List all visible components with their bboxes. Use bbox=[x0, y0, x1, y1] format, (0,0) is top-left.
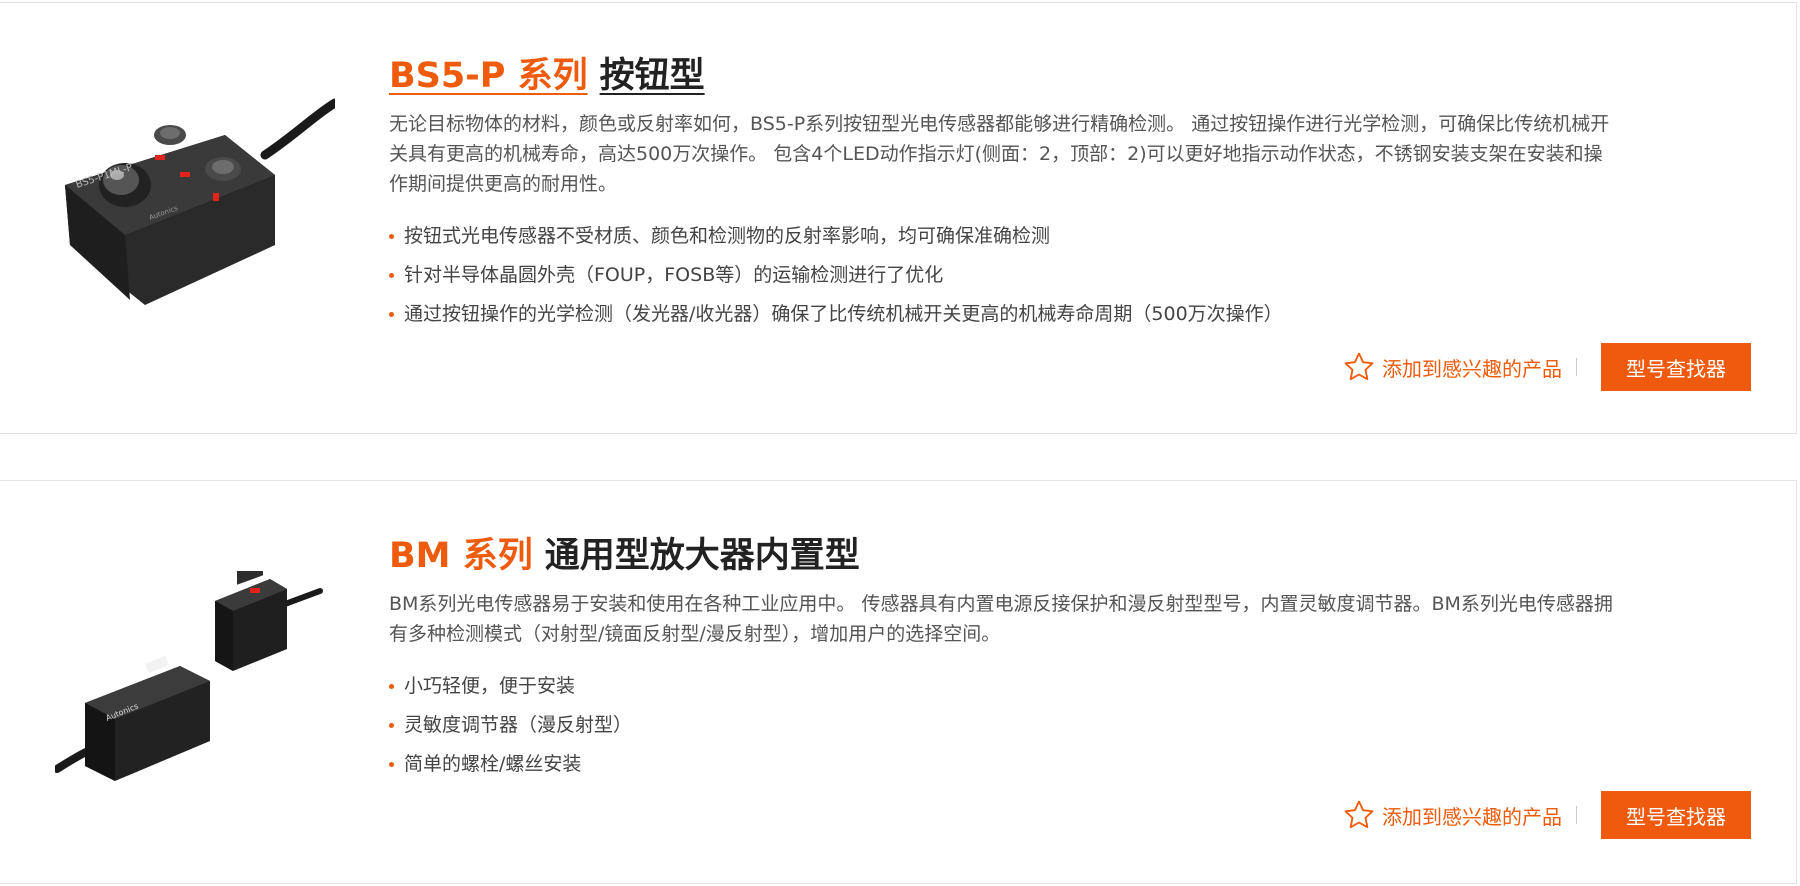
product-type[interactable]: 按钮型 bbox=[600, 56, 705, 96]
feature-list: 小巧轻便，便于安装 灵敏度调节器（漫反射型） 简单的螺栓/螺丝安装 bbox=[389, 667, 1619, 784]
product-title[interactable]: BS5-P 系列 按钮型 bbox=[389, 53, 1619, 99]
product-description: BM系列光电传感器易于安装和使用在各种工业应用中。 传感器具有内置电源反接保护和… bbox=[389, 593, 1613, 645]
product-series[interactable]: BM 系列 bbox=[389, 536, 533, 576]
product-actions: 添加到感兴趣的产品 型号查找器 bbox=[1342, 343, 1751, 391]
feature-item: 针对半导体晶圆外壳（FOUP，FOSB等）的运输检测进行了优化 bbox=[389, 256, 1619, 295]
star-icon bbox=[1344, 800, 1374, 829]
product-content: BS5-P 系列 按钮型 无论目标物体的材料，颜色或反射率如何，BS5-P系列按钮… bbox=[389, 53, 1619, 334]
star-icon bbox=[1344, 352, 1374, 381]
product-image[interactable]: Autonics bbox=[53, 547, 335, 791]
feature-item: 简单的螺栓/螺丝安装 bbox=[389, 745, 1619, 784]
feature-list: 按钮式光电传感器不受材质、颜色和检测物的反射率影响，均可确保准确检测 针对半导体… bbox=[389, 217, 1619, 334]
sensor-image-bm: Autonics bbox=[53, 547, 323, 781]
product-image[interactable]: BS5-P1ML-P Autonics bbox=[55, 95, 340, 315]
feature-item: 按钮式光电传感器不受材质、颜色和检测物的反射率影响，均可确保准确检测 bbox=[389, 217, 1619, 256]
product-card: Autonics BM 系列 通用型放大器内置型 BM系列光电传感器易于安装和使用… bbox=[0, 480, 1797, 884]
add-to-interest-button[interactable]: 添加到感兴趣的产品 bbox=[1342, 350, 1562, 384]
product-type[interactable]: 通用型放大器内置型 bbox=[545, 536, 860, 576]
add-to-interest-button[interactable]: 添加到感兴趣的产品 bbox=[1342, 798, 1562, 832]
product-description: 无论目标物体的材料，颜色或反射率如何，BS5-P系列按钮型光电传感器都能够进行精… bbox=[389, 113, 1610, 195]
feature-item: 通过按钮操作的光学检测（发光器/收光器）确保了比传统机械开关更高的机械寿命周期（… bbox=[389, 295, 1619, 334]
product-actions: 添加到感兴趣的产品 型号查找器 bbox=[1342, 791, 1751, 839]
model-finder-button[interactable]: 型号查找器 bbox=[1601, 343, 1751, 391]
model-finder-button[interactable]: 型号查找器 bbox=[1601, 791, 1751, 839]
sensor-image-bs5: BS5-P1ML-P Autonics bbox=[65, 98, 340, 305]
divider bbox=[1576, 358, 1577, 376]
feature-item: 灵敏度调节器（漫反射型） bbox=[389, 706, 1619, 745]
add-to-interest-label: 添加到感兴趣的产品 bbox=[1382, 804, 1562, 829]
add-to-interest-label: 添加到感兴趣的产品 bbox=[1382, 356, 1562, 381]
product-title[interactable]: BM 系列 通用型放大器内置型 bbox=[389, 533, 1619, 579]
product-content: BM 系列 通用型放大器内置型 BM系列光电传感器易于安装和使用在各种工业应用中。… bbox=[389, 533, 1619, 784]
divider bbox=[1576, 806, 1577, 824]
product-card: BS5-P1ML-P Autonics BS5-P 系列 按钮型 无论目标物体的材… bbox=[0, 2, 1797, 434]
feature-item: 小巧轻便，便于安装 bbox=[389, 667, 1619, 706]
product-series[interactable]: BS5-P 系列 bbox=[389, 56, 588, 96]
